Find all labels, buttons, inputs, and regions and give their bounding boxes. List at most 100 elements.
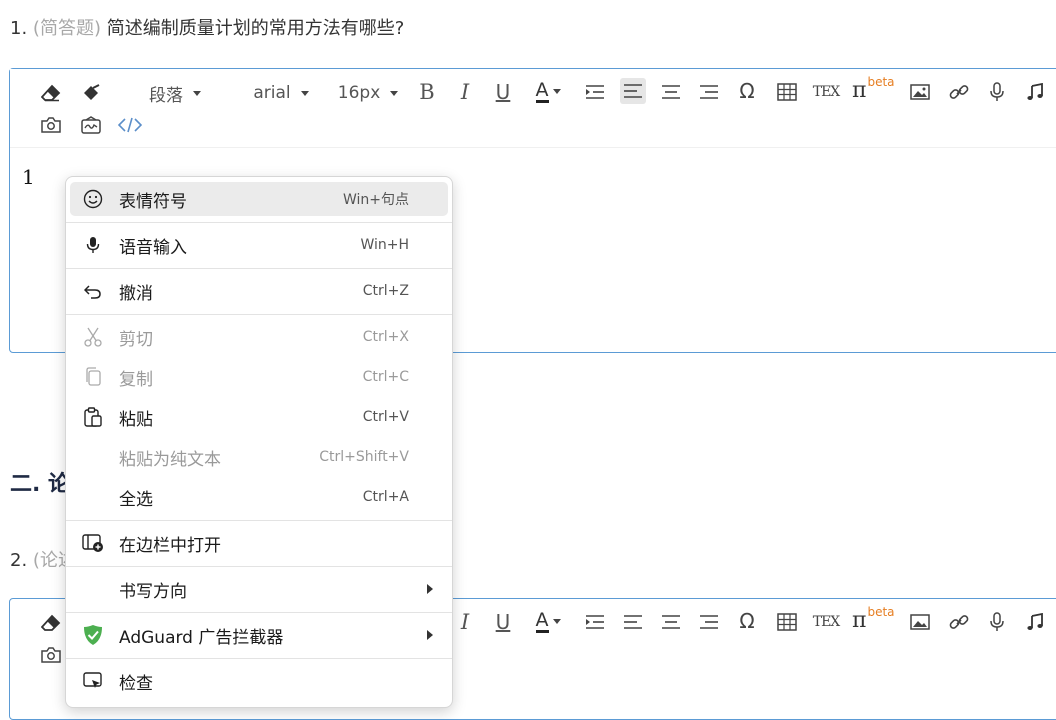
smiley-icon xyxy=(82,188,104,210)
music-icon[interactable] xyxy=(1022,79,1048,105)
special-char-button[interactable]: Ω xyxy=(734,78,760,104)
menu-item-emoji[interactable]: 表情符号 Win+句点 xyxy=(70,182,448,216)
align-center-icon[interactable] xyxy=(658,79,684,105)
menu-item-shortcut: Win+H xyxy=(360,237,409,253)
sidebar-open-icon xyxy=(82,532,104,554)
menu-item-label: 粘贴 xyxy=(119,409,153,430)
microphone-icon[interactable] xyxy=(984,79,1010,105)
align-left-icon[interactable] xyxy=(620,78,646,104)
microphone-icon xyxy=(82,234,104,256)
source-code-icon[interactable] xyxy=(116,113,144,137)
menu-item-paste[interactable]: 粘贴 Ctrl+V xyxy=(70,400,448,434)
menu-item-voice-input[interactable]: 语音输入 Win+H xyxy=(70,228,448,262)
pi-label: π xyxy=(852,77,867,103)
align-right-icon[interactable] xyxy=(696,609,722,635)
table-icon[interactable] xyxy=(774,79,800,105)
font-color-label: A xyxy=(535,78,549,103)
menu-separator xyxy=(66,222,452,223)
menu-separator xyxy=(66,658,452,659)
font-size-label: 16px xyxy=(337,83,381,103)
menu-item-select-all[interactable]: 全选 Ctrl+A xyxy=(70,480,448,514)
menu-item-shortcut: Ctrl+A xyxy=(362,489,409,505)
menu-item-label: 剪切 xyxy=(119,329,153,350)
menu-item-shortcut: Ctrl+X xyxy=(362,329,409,345)
special-char-button[interactable]: Ω xyxy=(734,608,760,634)
music-icon[interactable] xyxy=(1022,609,1048,635)
image-icon[interactable] xyxy=(907,609,933,635)
submenu-arrow-icon xyxy=(427,584,433,594)
toolbar-divider xyxy=(10,147,1056,148)
menu-item-adguard[interactable]: AdGuard 广告拦截器 xyxy=(70,618,448,652)
inspect-icon xyxy=(82,670,104,692)
microphone-icon[interactable] xyxy=(984,609,1010,635)
chevron-down-icon xyxy=(300,90,309,96)
copy-icon xyxy=(82,366,104,388)
question-type-tag: (简答题) xyxy=(32,18,101,39)
beta-label: beta xyxy=(867,605,895,619)
menu-separator xyxy=(66,314,452,315)
menu-item-label: 表情符号 xyxy=(119,191,187,212)
undo-icon xyxy=(82,280,104,302)
section-2-title: 二. 论 xyxy=(10,472,71,497)
italic-button[interactable]: I xyxy=(452,609,478,635)
formula-beta-button[interactable]: π beta xyxy=(852,605,904,635)
menu-item-open-in-sidebar[interactable]: 在边栏中打开 xyxy=(70,526,448,560)
align-right-icon[interactable] xyxy=(696,79,722,105)
menu-item-shortcut: Ctrl+Z xyxy=(362,283,409,299)
indent-icon[interactable] xyxy=(582,79,608,105)
question-number: 2. xyxy=(10,550,28,571)
eraser-icon[interactable] xyxy=(38,611,64,635)
table-icon[interactable] xyxy=(774,609,800,635)
bold-button[interactable]: B xyxy=(414,79,440,105)
menu-item-inspect[interactable]: 检查 xyxy=(70,664,448,698)
chevron-down-icon xyxy=(390,90,399,96)
tex-button[interactable]: TEX xyxy=(812,609,841,635)
align-left-icon[interactable] xyxy=(620,609,646,635)
context-menu: 表情符号 Win+句点 语音输入 Win+H 撤消 Ctrl+Z 剪切 Ctrl… xyxy=(65,176,453,708)
formula-beta-button[interactable]: π beta xyxy=(852,75,904,105)
font-color-button[interactable]: A xyxy=(528,607,568,635)
menu-item-label: 粘贴为纯文本 xyxy=(119,449,221,470)
menu-item-label: 在边栏中打开 xyxy=(119,535,221,556)
paragraph-dropdown[interactable]: 段落 xyxy=(140,81,210,106)
beta-label: beta xyxy=(867,75,895,89)
signature-icon[interactable] xyxy=(78,113,104,137)
menu-item-shortcut: Ctrl+V xyxy=(362,409,409,425)
menu-item-shortcut: Ctrl+Shift+V xyxy=(319,449,409,465)
chevron-down-icon xyxy=(193,90,201,96)
font-color-label: A xyxy=(535,608,549,633)
menu-item-label: 语音输入 xyxy=(119,237,187,258)
tex-button[interactable]: TEX xyxy=(812,79,841,105)
eraser-icon[interactable] xyxy=(38,81,64,105)
menu-separator xyxy=(66,566,452,567)
menu-item-undo[interactable]: 撤消 Ctrl+Z xyxy=(70,274,448,308)
camera-icon[interactable] xyxy=(38,113,64,137)
italic-button[interactable]: I xyxy=(452,79,478,105)
indent-icon[interactable] xyxy=(582,609,608,635)
clipboard-icon xyxy=(82,406,104,428)
menu-item-paste-plain-text: 粘贴为纯文本 Ctrl+Shift+V xyxy=(70,440,448,474)
editor-1-content[interactable]: 1 xyxy=(22,165,35,189)
menu-item-label: 全选 xyxy=(119,489,153,510)
image-icon[interactable] xyxy=(907,79,933,105)
font-color-button[interactable]: A xyxy=(528,77,568,105)
menu-separator xyxy=(66,520,452,521)
font-family-dropdown[interactable]: arial xyxy=(246,81,316,105)
menu-item-label: AdGuard 广告拦截器 xyxy=(119,627,284,648)
question-1-title: 1. (简答题) 简述编制质量计划的常用方法有哪些? xyxy=(10,14,404,40)
font-family-label: arial xyxy=(253,83,291,103)
format-painter-icon[interactable] xyxy=(78,81,104,105)
menu-item-label: 撤消 xyxy=(119,283,153,304)
font-size-dropdown[interactable]: 16px xyxy=(337,81,399,105)
question-text: 简述编制质量计划的常用方法有哪些? xyxy=(106,18,405,39)
underline-button[interactable]: U xyxy=(490,79,516,105)
menu-item-shortcut: Ctrl+C xyxy=(362,369,409,385)
align-center-icon[interactable] xyxy=(658,609,684,635)
underline-button[interactable]: U xyxy=(490,609,516,635)
link-icon[interactable] xyxy=(946,609,972,635)
editor-toolbar: 段落 arial 16px B I U A Ω TEX π beta xyxy=(10,69,1056,147)
chevron-down-icon xyxy=(552,618,561,624)
link-icon[interactable] xyxy=(946,79,972,105)
camera-icon[interactable] xyxy=(38,643,64,667)
menu-item-writing-direction[interactable]: 书写方向 xyxy=(70,572,448,606)
